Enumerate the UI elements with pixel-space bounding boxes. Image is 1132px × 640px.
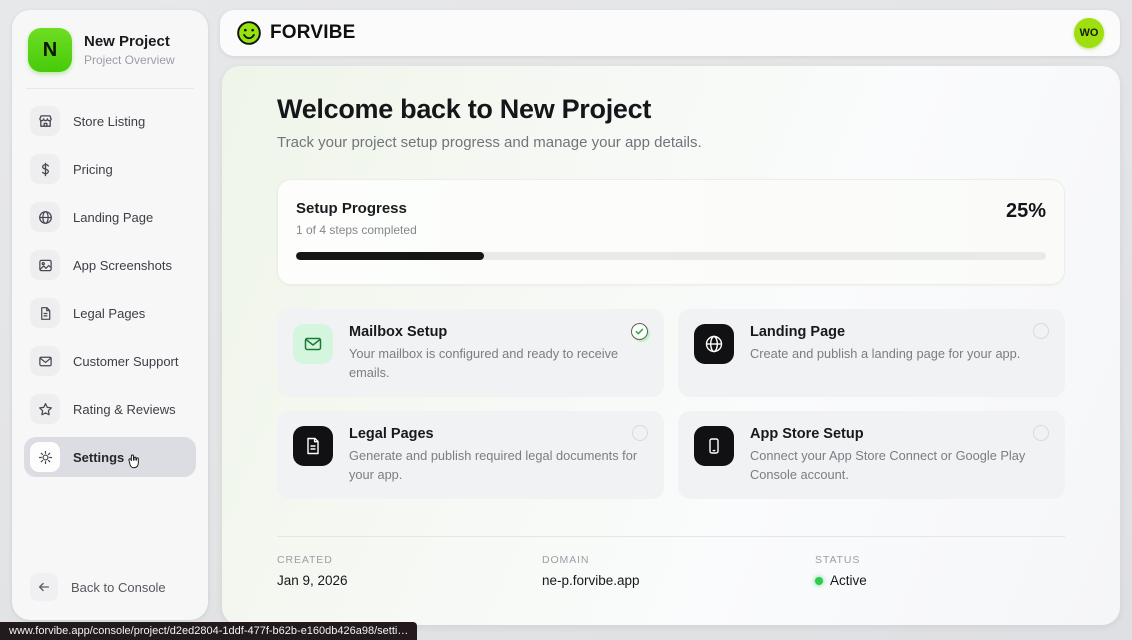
card-mailbox-setup[interactable]: Mailbox Setup Your mailbox is configured… — [277, 309, 664, 397]
sidebar-item-landing-page[interactable]: Landing Page — [24, 197, 196, 237]
envelope-icon — [293, 324, 333, 364]
check-circle-icon — [631, 323, 648, 340]
card-description: Connect your App Store Connect or Google… — [750, 447, 1049, 484]
card-landing-page[interactable]: Landing Page Create and publish a landin… — [678, 309, 1065, 397]
globe-icon — [30, 202, 60, 232]
card-description: Your mailbox is configured and ready to … — [349, 345, 648, 382]
sidebar-item-app-screenshots[interactable]: App Screenshots — [24, 245, 196, 285]
brand-name: FORVIBE — [270, 22, 356, 44]
sidebar-item-customer-support[interactable]: Customer Support — [24, 341, 196, 381]
meta-created-value: Jan 9, 2026 — [277, 573, 542, 588]
progress-percent: 25% — [1006, 200, 1046, 223]
status-badge: Active — [830, 573, 867, 588]
setup-task-cards: Mailbox Setup Your mailbox is configured… — [277, 309, 1065, 499]
card-app-store-setup[interactable]: App Store Setup Connect your App Store C… — [678, 411, 1065, 499]
meta-status-label: STATUS — [815, 554, 1065, 566]
sidebar-item-store-listing[interactable]: Store Listing — [24, 101, 196, 141]
back-to-console-label: Back to Console — [71, 580, 166, 595]
top-header-bar: FORVIBE WO — [220, 10, 1120, 56]
phone-icon — [694, 426, 734, 466]
sidebar-item-label: Legal Pages — [73, 306, 145, 321]
star-icon — [30, 394, 60, 424]
globe-icon — [694, 324, 734, 364]
meta-domain-value: ne-p.forvibe.app — [542, 573, 815, 588]
dollar-icon — [30, 154, 60, 184]
sidebar-divider — [26, 88, 194, 89]
meta-divider — [277, 536, 1065, 537]
user-avatar[interactable]: WO — [1074, 18, 1104, 48]
card-description: Generate and publish required legal docu… — [349, 447, 648, 484]
sidebar-item-legal-pages[interactable]: Legal Pages — [24, 293, 196, 333]
meta-domain-label: DOMAIN — [542, 554, 815, 566]
sidebar-item-label: Pricing — [73, 162, 113, 177]
setup-progress-card: Setup Progress 1 of 4 steps completed 25… — [277, 179, 1065, 285]
smiley-logo-icon — [236, 20, 262, 46]
empty-circle-icon — [632, 425, 648, 441]
storefront-icon — [30, 106, 60, 136]
card-title: App Store Setup — [750, 426, 1015, 442]
card-legal-pages[interactable]: Legal Pages Generate and publish require… — [277, 411, 664, 499]
project-meta-row: CREATED Jan 9, 2026 DOMAIN ne-p.forvibe.… — [277, 554, 1065, 588]
progress-steps-text: 1 of 4 steps completed — [296, 223, 417, 237]
sidebar-item-label: Store Listing — [73, 114, 145, 129]
empty-circle-icon — [1033, 425, 1049, 441]
sidebar-item-pricing[interactable]: Pricing — [24, 149, 196, 189]
mouse-cursor-icon — [125, 453, 142, 470]
sidebar-item-settings[interactable]: Settings — [24, 437, 196, 477]
sidebar-item-rating-reviews[interactable]: Rating & Reviews — [24, 389, 196, 429]
project-subtitle: Project Overview — [84, 53, 175, 67]
progress-title: Setup Progress — [296, 200, 417, 217]
main-panel: Welcome back to New Project Track your p… — [222, 66, 1120, 625]
sidebar-nav: Store Listing Pricing Landing Page — [24, 101, 196, 477]
document-icon — [30, 298, 60, 328]
progress-bar-track — [296, 252, 1046, 260]
sidebar-item-label: Customer Support — [73, 354, 179, 369]
empty-circle-icon — [1033, 323, 1049, 339]
link-preview-statusbar: www.forvibe.app/console/project/d2ed2804… — [0, 622, 417, 640]
project-sidebar: N New Project Project Overview Store Lis… — [12, 10, 208, 620]
card-title: Mailbox Setup — [349, 324, 614, 340]
back-to-console-button[interactable]: Back to Console — [24, 568, 196, 606]
progress-bar-fill — [296, 252, 484, 260]
gear-icon — [30, 442, 60, 472]
sidebar-item-label: Landing Page — [73, 210, 153, 225]
sidebar-item-label: App Screenshots — [73, 258, 172, 273]
sidebar-item-label: Rating & Reviews — [73, 402, 176, 417]
project-header: N New Project Project Overview — [24, 28, 196, 72]
arrow-left-icon — [30, 573, 58, 601]
project-app-icon: N — [28, 28, 72, 72]
image-icon — [30, 250, 60, 280]
status-dot-icon — [815, 577, 823, 585]
document-icon — [293, 426, 333, 466]
card-title: Legal Pages — [349, 426, 614, 442]
project-name: New Project — [84, 33, 175, 50]
page-subtitle: Track your project setup progress and ma… — [277, 134, 1065, 151]
brand-logo[interactable]: FORVIBE — [236, 20, 356, 46]
sidebar-item-label: Settings — [73, 450, 124, 465]
meta-created-label: CREATED — [277, 554, 542, 566]
card-description: Create and publish a landing page for yo… — [750, 345, 1020, 364]
page-title: Welcome back to New Project — [277, 94, 1065, 125]
card-title: Landing Page — [750, 324, 986, 340]
envelope-icon — [30, 346, 60, 376]
